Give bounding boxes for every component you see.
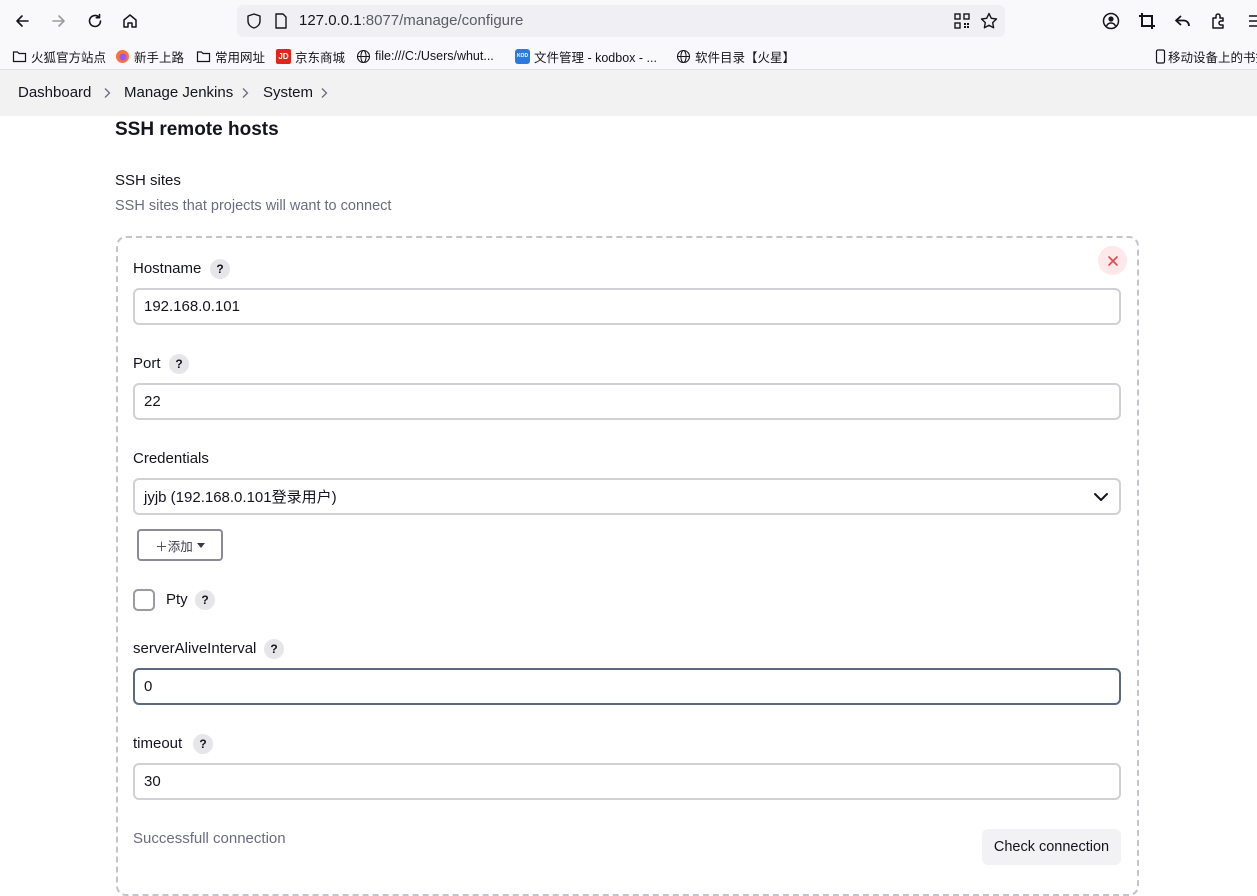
back-button[interactable] [10, 9, 34, 33]
jd-icon: JD [276, 48, 291, 64]
undo-icon[interactable] [1173, 11, 1193, 31]
bookmark-item[interactable]: JD 京东商城 [276, 47, 345, 65]
crop-screenshot-icon[interactable] [1137, 11, 1157, 31]
add-label: ＋添加 [155, 539, 193, 554]
reload-icon [88, 13, 102, 28]
bookmark-item[interactable]: 移动设备上的书签 [1155, 47, 1257, 65]
bookmark-item[interactable]: 软件目录【火星】 [676, 47, 795, 65]
help-icon[interactable]: ? [210, 259, 230, 279]
breadcrumb-manage-jenkins[interactable]: Manage Jenkins [124, 84, 233, 101]
breadcrumb-system[interactable]: System [263, 84, 313, 101]
breadcrumb: Dashboard Manage Jenkins System [0, 70, 1257, 116]
port-label: Port [133, 355, 161, 372]
close-icon [1107, 255, 1118, 266]
bookmark-item[interactable]: 常用网址 [196, 47, 265, 65]
help-icon[interactable]: ? [193, 734, 213, 754]
mobile-icon [1155, 48, 1166, 64]
bookmark-label: 文件管理 - kodbox - ... [534, 50, 657, 65]
server-alive-interval-input[interactable]: 0 [133, 668, 1121, 705]
url-host: 127.0.0.1 [299, 12, 362, 29]
home-icon [123, 14, 137, 28]
reload-button[interactable] [83, 9, 107, 33]
timeout-input[interactable]: 30 [133, 763, 1121, 800]
server-alive-interval-label: serverAliveInterval [133, 640, 257, 657]
bookmark-label: file:///C:/Users/whut... [375, 49, 494, 63]
arrow-left-icon [16, 15, 29, 27]
credentials-selected-value: jyjb (192.168.0.101登录用户) [144, 489, 337, 506]
bookmark-label: 新手上路 [134, 50, 185, 65]
bookmark-label: 京东商城 [295, 50, 346, 65]
chevron-right-icon [104, 88, 111, 98]
qr-code-icon[interactable] [953, 12, 971, 30]
hostname-label: Hostname [133, 260, 202, 277]
page-info-icon[interactable] [273, 12, 289, 30]
chevron-down-icon [1094, 493, 1108, 501]
credentials-label: Credentials [133, 450, 209, 467]
browser-toolbar: 127.0.0.1:8077/manage/configure [0, 0, 1257, 42]
timeout-label: timeout [133, 735, 183, 752]
pty-checkbox[interactable] [133, 589, 155, 611]
url-bar[interactable]: 127.0.0.1:8077/manage/configure [237, 5, 1005, 37]
extensions-icon[interactable] [1209, 11, 1229, 31]
section-title: SSH remote hosts [115, 119, 279, 140]
help-icon[interactable]: ? [195, 590, 215, 610]
delete-site-button[interactable] [1098, 246, 1127, 275]
check-connection-button[interactable]: Check connection [982, 829, 1121, 865]
account-icon[interactable] [1101, 11, 1121, 31]
bookmark-label: 常用网址 [215, 50, 266, 65]
folder-icon [196, 49, 211, 64]
bookmark-item[interactable]: file:///C:/Users/whut... [356, 47, 494, 65]
help-icon[interactable]: ? [169, 354, 189, 374]
help-icon[interactable]: ? [264, 639, 284, 659]
bookmarks-bar: 火狐官方站点 新手上路 常用网址 JD 京东商城 file:///C:/User… [0, 42, 1257, 70]
port-input[interactable]: 22 [133, 383, 1121, 420]
bookmark-item[interactable]: 新手上路 [115, 47, 184, 65]
home-button[interactable] [118, 9, 142, 33]
folder-icon [12, 49, 27, 64]
caret-down-icon [196, 542, 205, 548]
bookmark-star-icon[interactable] [979, 11, 999, 31]
bookmark-label: 火狐官方站点 [31, 50, 107, 65]
bookmark-label: 移动设备上的书签 [1168, 50, 1257, 65]
ssh-sites-description: SSH sites that projects will want to con… [115, 198, 392, 214]
chevron-right-icon [321, 88, 328, 98]
chevron-right-icon [242, 88, 249, 98]
arrow-right-icon [52, 15, 65, 27]
breadcrumb-dashboard[interactable]: Dashboard [18, 84, 91, 101]
kodbox-icon: KOD [515, 48, 530, 64]
add-credentials-button[interactable]: ＋添加 [137, 529, 223, 561]
forward-button[interactable] [47, 9, 71, 33]
pty-label: Pty [166, 591, 188, 608]
globe-icon [356, 49, 371, 64]
globe-icon [676, 49, 691, 64]
firefox-icon [115, 49, 130, 64]
url-path: :8077/manage/configure [361, 12, 524, 29]
shield-icon[interactable] [245, 12, 263, 30]
bookmark-item[interactable]: KOD 文件管理 - kodbox - ... [515, 47, 657, 65]
bookmark-item[interactable]: 火狐官方站点 [12, 47, 106, 65]
hostname-input[interactable]: 192.168.0.101 [133, 288, 1121, 325]
connection-status: Successfull connection [133, 830, 286, 847]
url-text[interactable]: 127.0.0.1:8077/manage/configure [299, 12, 523, 29]
credentials-select[interactable]: jyjb (192.168.0.101登录用户) [133, 478, 1121, 515]
ssh-sites-label: SSH sites [115, 172, 181, 189]
menu-icon[interactable] [1245, 11, 1257, 31]
bookmark-label: 软件目录【火星】 [695, 50, 796, 65]
